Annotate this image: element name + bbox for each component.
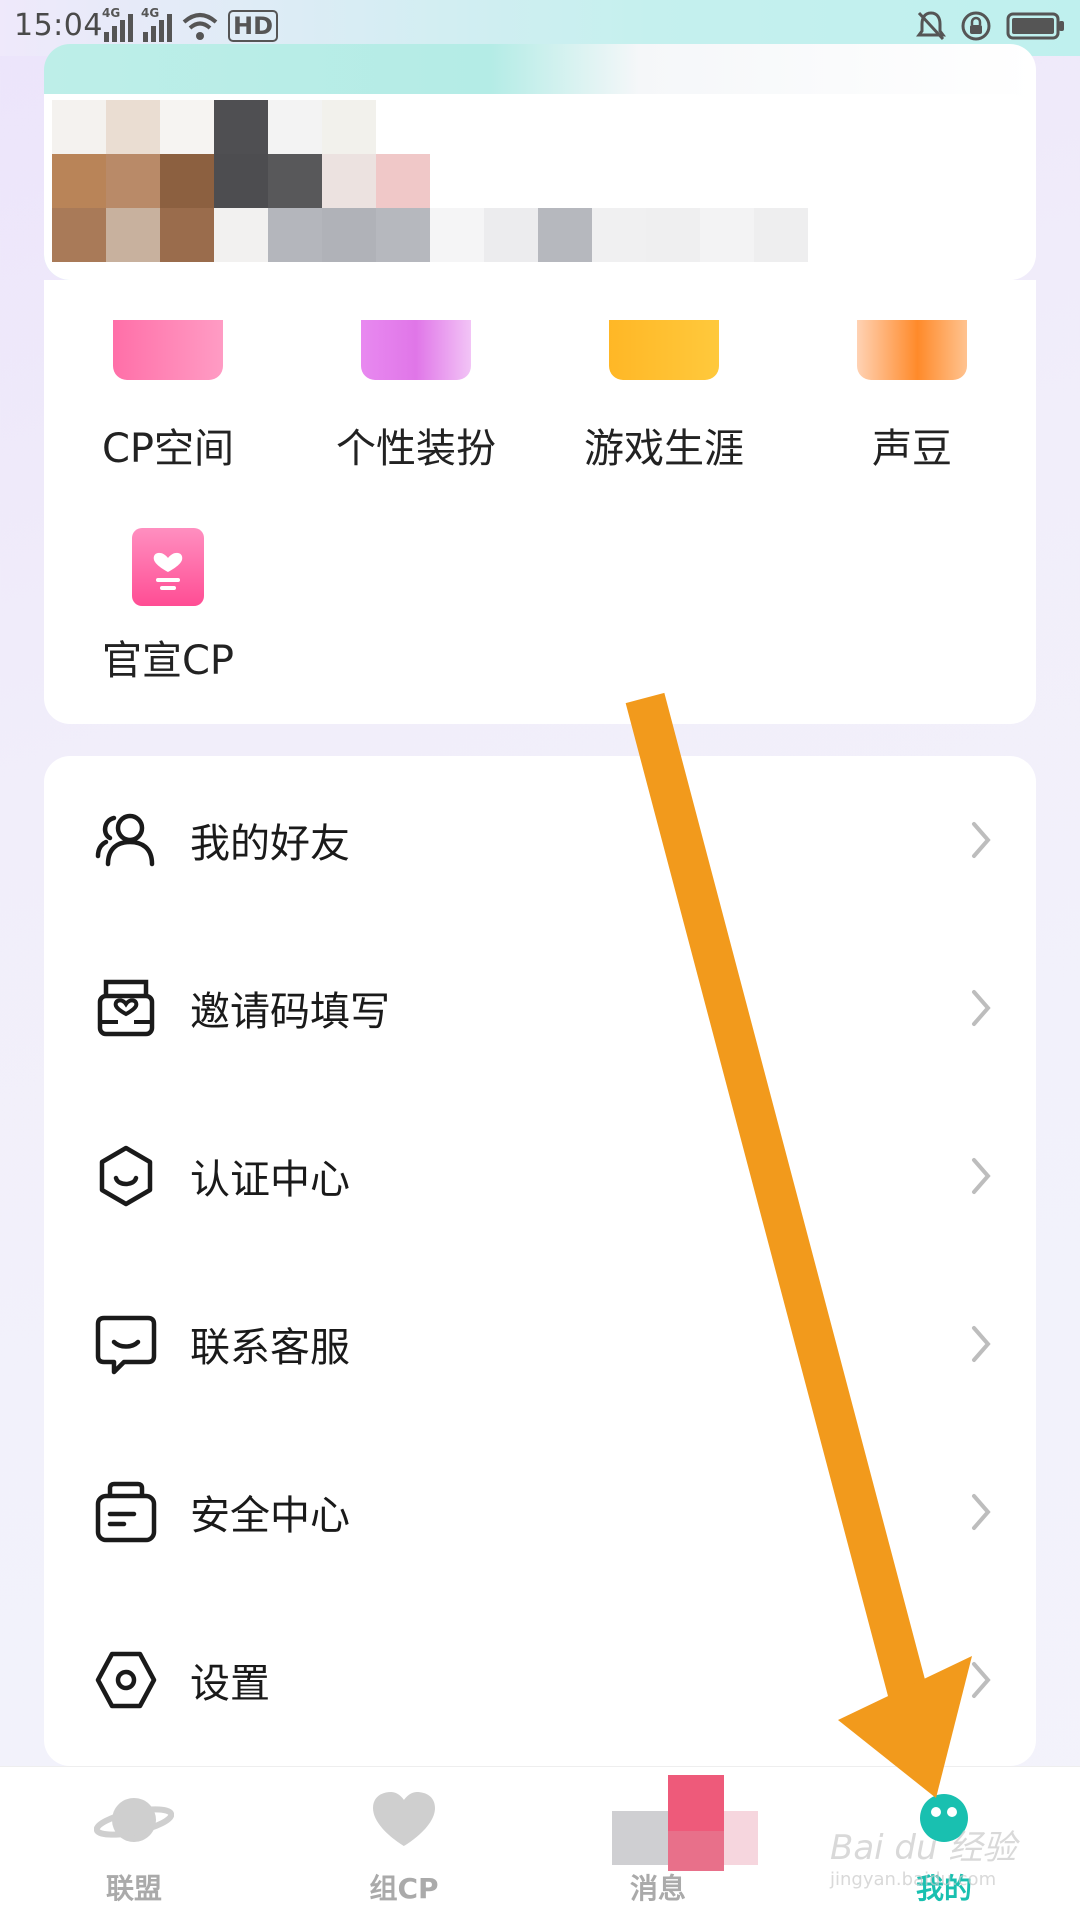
feature-voice-bean[interactable]: 声豆 — [812, 320, 1012, 474]
feature-game-career[interactable]: 游戏生涯 — [564, 320, 764, 474]
voice-bean-icon — [857, 320, 967, 380]
feature-label: 个性装扮 — [336, 426, 496, 472]
status-left-icons: 4G 4G HD — [102, 6, 279, 42]
menu-label: 我的好友 — [190, 821, 350, 867]
tab-label: 组CP — [369, 1872, 439, 1905]
menu-label: 联系客服 — [190, 1325, 350, 1371]
mute-bell-icon — [916, 11, 946, 41]
status-time: 15:04 — [14, 8, 103, 43]
menu-label: 设置 — [190, 1661, 270, 1707]
feature-grid-card: CP空间 个性装扮 游戏生涯 声豆 官宣CP — [44, 280, 1036, 724]
message-icon — [598, 1775, 758, 1871]
menu-item-settings[interactable]: 设置 — [44, 1596, 1036, 1764]
cp-space-icon — [113, 320, 223, 380]
feature-label: 游戏生涯 — [584, 426, 744, 472]
feature-announce-cp[interactable]: 官宣CP — [68, 528, 268, 686]
security-icon — [94, 1480, 158, 1544]
menu-item-invite-code[interactable]: 邀请码填写 — [44, 924, 1036, 1092]
watermark-url: jingyan.baidu.com — [830, 1869, 997, 1890]
battery-icon — [1006, 12, 1064, 40]
menu-card: 我的好友 邀请码填写 认证中心 联系客服 安全中心 设置 — [44, 756, 1036, 1766]
feature-label: 官宣CP — [101, 638, 235, 684]
pixelated-profile-info — [52, 100, 808, 262]
menu-item-verification[interactable]: 认证中心 — [44, 1092, 1036, 1260]
tab-label: 联盟 — [105, 1872, 162, 1905]
baidu-watermark: Bai du 经验 jingyan.baidu.com — [830, 1820, 1016, 1890]
planet-icon — [94, 1785, 174, 1855]
announce-cp-icon — [132, 528, 204, 606]
feature-cp-space[interactable]: CP空间 — [68, 320, 268, 474]
invite-code-icon — [94, 976, 158, 1040]
watermark-brand: Bai du 经验 — [830, 1828, 1017, 1868]
settings-icon — [94, 1648, 158, 1712]
customer-service-icon — [94, 1312, 158, 1376]
tab-alliance[interactable]: 联盟 — [34, 1785, 234, 1907]
wifi-icon — [182, 13, 218, 40]
tab-label: 消息 — [629, 1872, 686, 1905]
menu-label: 认证中心 — [190, 1157, 350, 1203]
signal-icon: 4G — [141, 6, 172, 42]
chevron-right-icon — [972, 1158, 991, 1194]
menu-item-customer-service[interactable]: 联系客服 — [44, 1260, 1036, 1428]
status-right-icons — [916, 10, 1066, 42]
menu-item-security[interactable]: 安全中心 — [44, 1428, 1036, 1596]
menu-item-friends[interactable]: 我的好友 — [44, 756, 1036, 924]
verification-icon — [94, 1144, 158, 1208]
chevron-right-icon — [972, 1326, 991, 1362]
menu-label: 安全中心 — [190, 1493, 350, 1539]
chevron-right-icon — [972, 1662, 991, 1698]
signal-icon: 4G — [102, 6, 133, 42]
game-career-icon — [609, 320, 719, 380]
heart-icon — [364, 1785, 444, 1855]
tab-group-cp[interactable]: 组CP — [304, 1785, 504, 1907]
menu-label: 邀请码填写 — [190, 989, 390, 1035]
friends-icon — [94, 808, 158, 872]
chevron-right-icon — [972, 990, 991, 1026]
profile-card[interactable] — [44, 44, 1036, 280]
hd-icon: HD — [228, 10, 279, 42]
dress-up-icon — [361, 320, 471, 380]
feature-label: 声豆 — [872, 426, 952, 472]
feature-label: CP空间 — [101, 426, 235, 472]
chevron-right-icon — [972, 1494, 991, 1530]
tab-messages[interactable]: 消息 — [578, 1775, 778, 1907]
chevron-right-icon — [972, 822, 991, 858]
rotation-lock-icon — [961, 11, 991, 41]
feature-dress-up[interactable]: 个性装扮 — [316, 320, 516, 474]
